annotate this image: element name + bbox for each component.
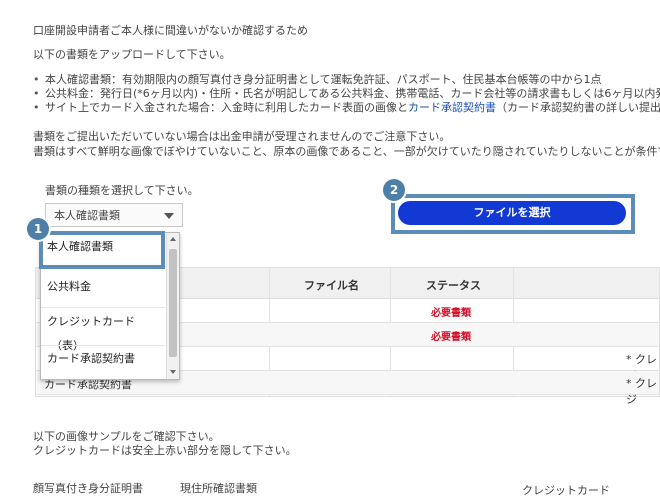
requirement-utility: 公共料金：発行日(*6ヶ月以内)・住所・氏名が明記してある公共料金、携帯電話、カ… bbox=[33, 87, 660, 101]
requirement-card-tail: （カード承認契約書の詳しい提出方法 bbox=[496, 101, 660, 114]
requirement-card-text: サイト上でカード入金された場合：入金時に利用したカード表面の画像と bbox=[45, 101, 408, 114]
option-highlight bbox=[39, 231, 165, 269]
sample-caption-address: 現住所確認書類 bbox=[180, 482, 257, 495]
option-divider bbox=[41, 307, 167, 308]
card-agreement-link[interactable]: カード承認契約書 bbox=[408, 101, 496, 114]
sample-line-2: クレジットカードは安全上赤い部分を隠して下さい。 bbox=[33, 444, 297, 457]
intro-line-2: 以下の書類をアップロードして下さい。 bbox=[33, 48, 231, 61]
dropdown-scrollbar[interactable] bbox=[166, 233, 179, 379]
step-badge-1: 1 bbox=[27, 218, 49, 240]
chevron-down-icon bbox=[164, 213, 174, 219]
status-required: 必要書類 bbox=[431, 308, 471, 319]
column-header-status: ステータス bbox=[426, 279, 481, 292]
requirement-id-text: 本人確認書類：有効期限内の顔写真付き身分証明書として運転免許証、パスポート、住民… bbox=[45, 73, 602, 86]
status-required: 必要書類 bbox=[431, 332, 471, 343]
notice-line-1: 書類をご提出いただいていない場合は出金申請が受理されませんのでご注意下さい。 bbox=[33, 130, 451, 143]
credit-note: * クレジ bbox=[626, 377, 657, 406]
document-type-select-value: 本人確認書類 bbox=[54, 209, 120, 222]
scroll-thumb[interactable] bbox=[169, 249, 177, 357]
option-card-agreement[interactable]: カード承認契約書 bbox=[47, 350, 135, 366]
sample-caption-id: 顔写真付き身分証明書 bbox=[33, 482, 143, 495]
intro-line-1: 口座開設申請者ご本人様に間違いがないか確認するため bbox=[33, 24, 308, 37]
document-type-label: 書類の種類を選択して下さい。 bbox=[45, 184, 199, 197]
document-type-select[interactable]: 本人確認書類 bbox=[45, 203, 183, 227]
option-divider bbox=[41, 345, 167, 346]
column-header-filename: ファイル名 bbox=[304, 279, 359, 292]
step-badge-2: 2 bbox=[383, 179, 405, 201]
requirement-id: 本人確認書類：有効期限内の顔写真付き身分証明書として運転免許証、パスポート、住民… bbox=[33, 73, 660, 87]
requirement-list: 本人確認書類：有効期限内の顔写真付き身分証明書として運転免許証、パスポート、住民… bbox=[33, 73, 660, 115]
requirement-utility-text: 公共料金：発行日(*6ヶ月以内)・住所・氏名が明記してある公共料金、携帯電話、カ… bbox=[45, 87, 660, 100]
notice-line-2: 書類はすべて鮮明な画像でぼやけていないこと、原本の画像であること、一部が欠けてい… bbox=[33, 145, 660, 158]
sample-caption-card: クレジットカード bbox=[522, 484, 610, 497]
scroll-down-icon[interactable] bbox=[170, 370, 176, 374]
option-credit-card[interactable]: クレジットカード bbox=[47, 313, 135, 329]
requirement-card: サイト上でカード入金された場合：入金時に利用したカード表面の画像とカード承認契約… bbox=[33, 101, 660, 115]
choose-file-button[interactable]: ファイルを選択 bbox=[398, 201, 626, 225]
scroll-up-icon[interactable] bbox=[170, 237, 176, 241]
option-utility-bill[interactable]: 公共料金 bbox=[47, 278, 91, 294]
sample-line-1: 以下の画像サンプルをご確認下さい。 bbox=[33, 430, 220, 443]
